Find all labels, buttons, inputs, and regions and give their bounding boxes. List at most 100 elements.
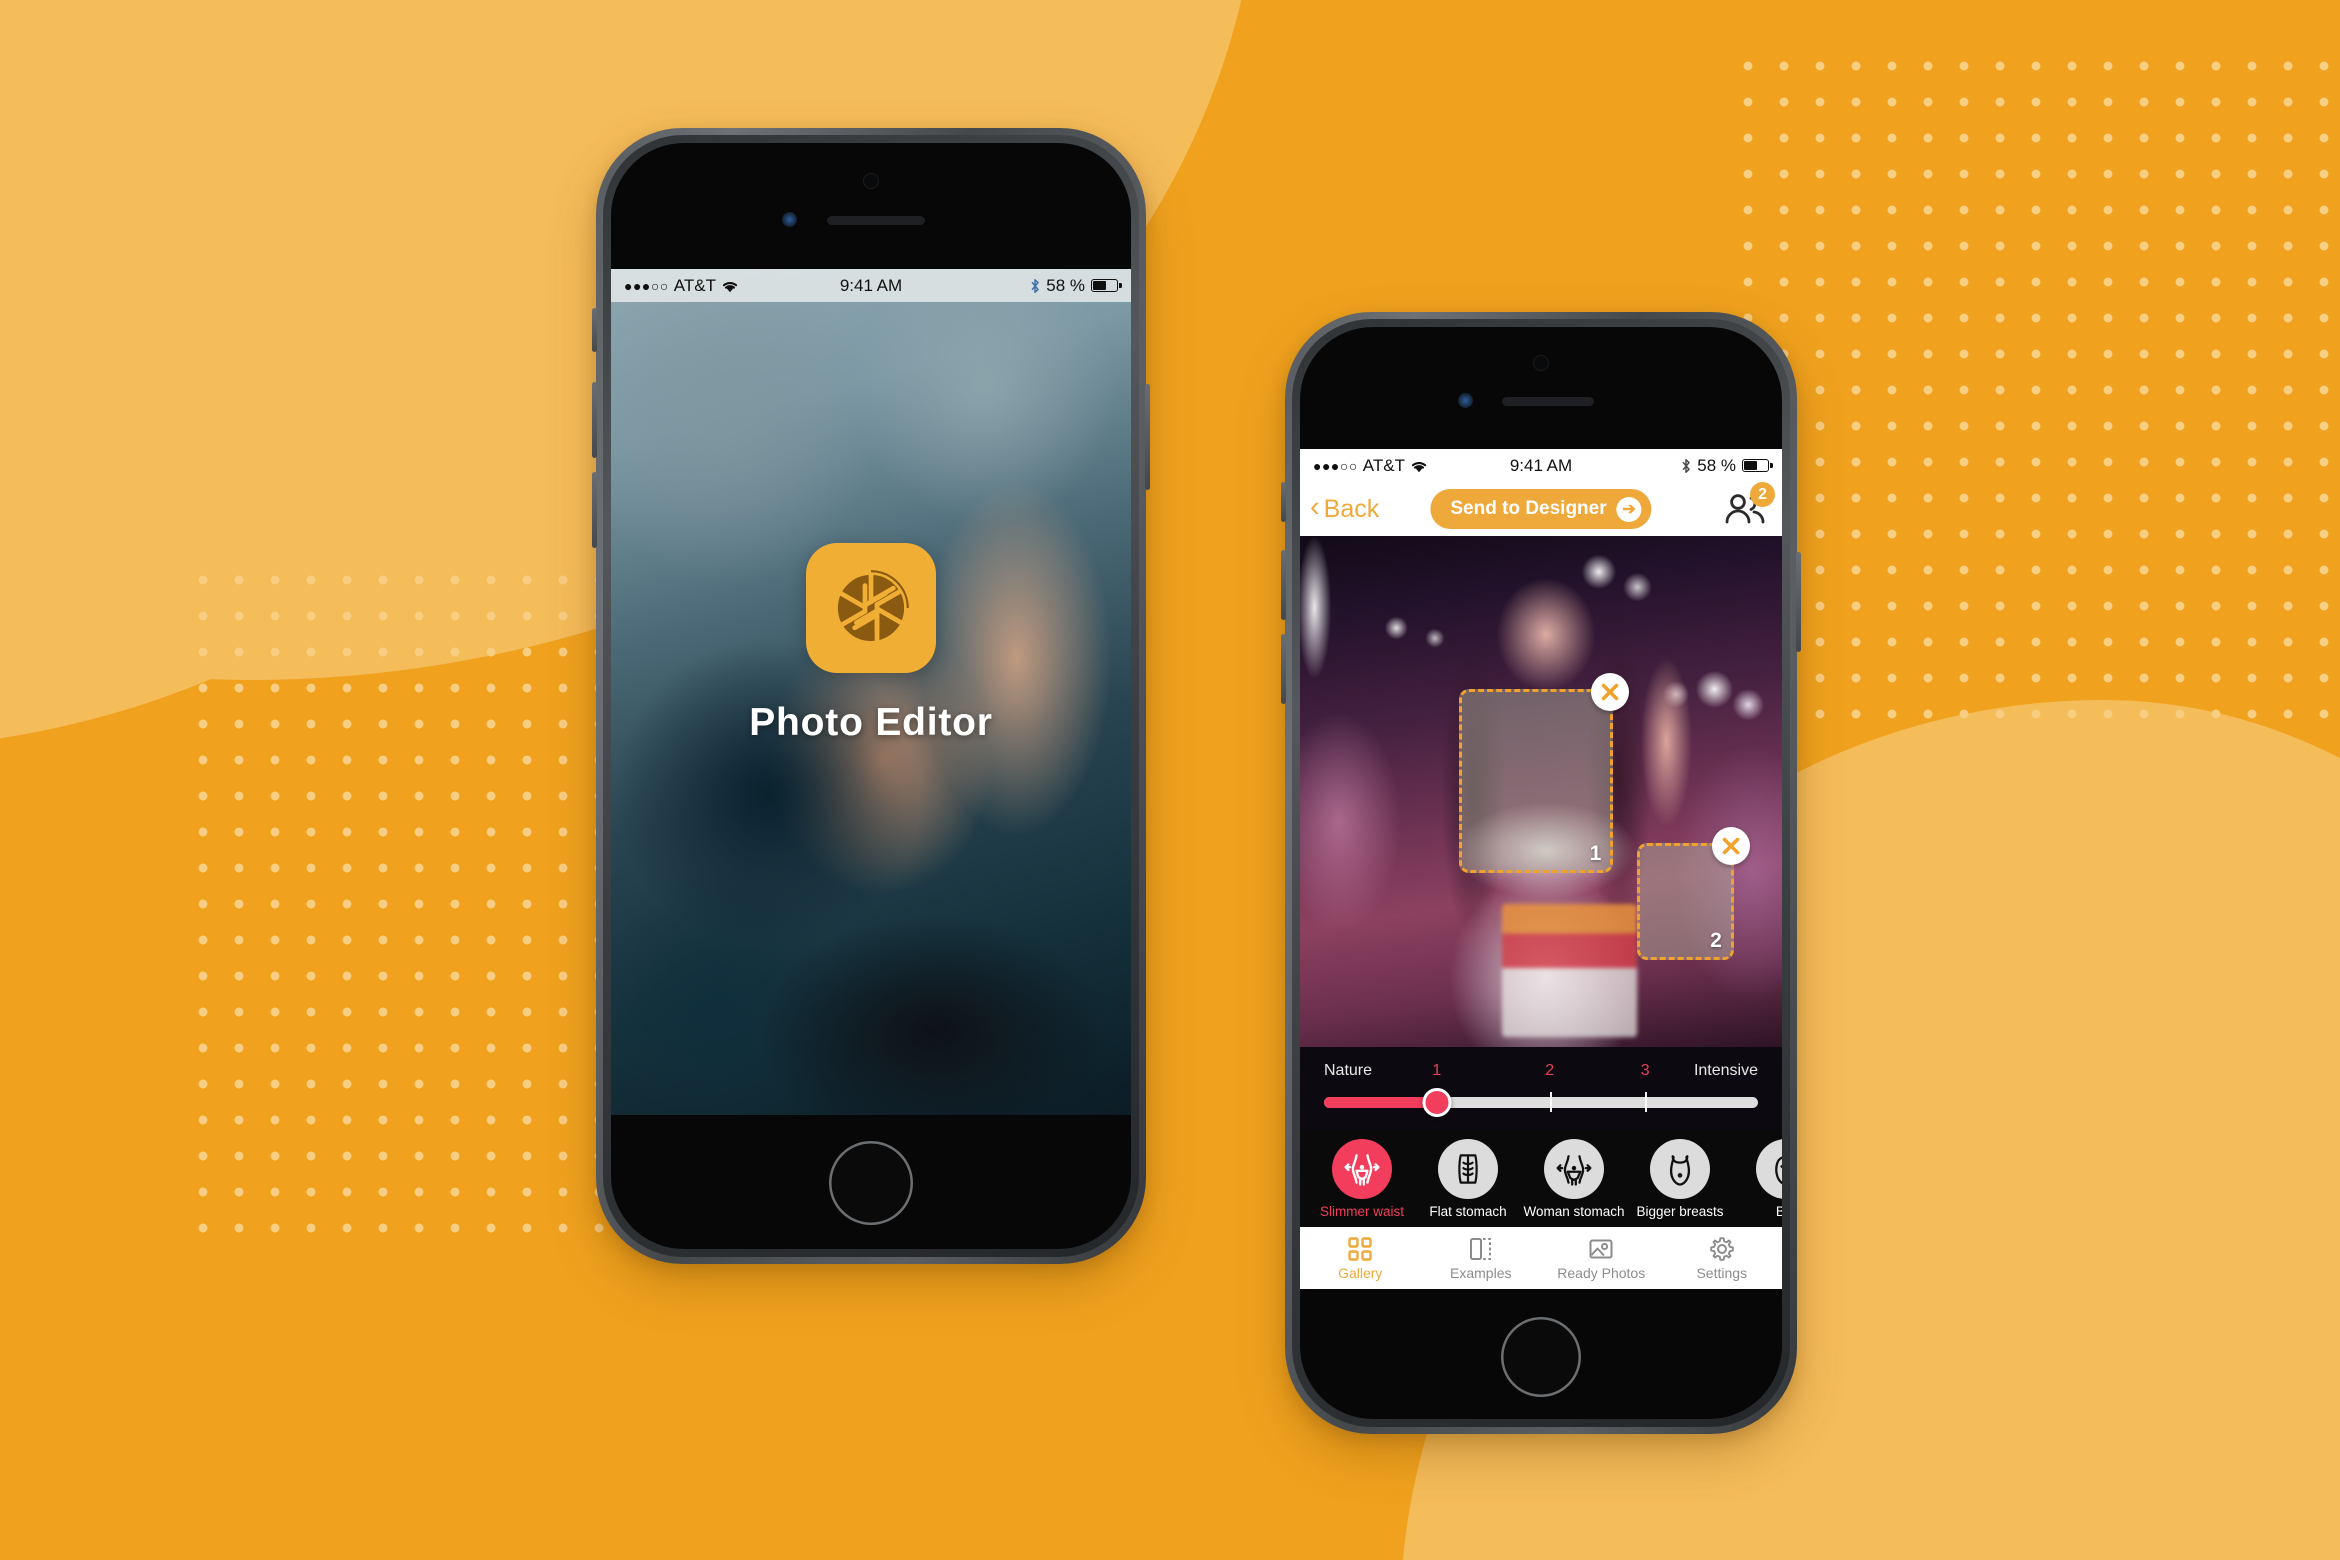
tab-examples[interactable]: Examples (1421, 1227, 1542, 1289)
examples-icon (1468, 1236, 1494, 1262)
gear-icon (1709, 1236, 1735, 1262)
selection-box-2[interactable]: 2 (1637, 826, 1750, 961)
selection-number: 2 (1710, 929, 1722, 953)
right-earpiece-speaker (1502, 397, 1594, 406)
tool-label: Bigger breasts (1636, 1204, 1724, 1219)
status-bar-left: ●●●○○ AT&T (624, 276, 739, 296)
slider-min-label: Nature (1324, 1062, 1373, 1079)
signal-dots-icon: ●●●○○ (624, 277, 669, 294)
tab-ready-photos[interactable]: Ready Photos (1541, 1227, 1662, 1289)
signal-dots-icon: ●●●○○ (1313, 457, 1358, 474)
slider-max-label: Intensive (1693, 1062, 1758, 1079)
slider-notch-2 (1549, 1092, 1552, 1112)
app-title: Photo Editor (749, 701, 993, 744)
send-to-designer-label: Send to Designer (1450, 498, 1607, 519)
left-phone-device: Photo Editor ●●●○○ AT&T 9:41 AM 58 % (592, 128, 1150, 1264)
right-proximity-sensor-icon (1458, 393, 1473, 408)
power-button[interactable] (1145, 384, 1150, 490)
intensity-slider-zone: Nature 1 2 3 Intensive (1300, 1047, 1782, 1130)
wifi-icon (721, 279, 739, 293)
slider-notch-3 (1645, 1092, 1648, 1112)
photo-tshirt-graphic (1502, 903, 1638, 1037)
tab-settings[interactable]: Settings (1662, 1227, 1783, 1289)
selection-box-1[interactable]: 1 (1459, 673, 1630, 874)
editor-screen: ‹ Back Send to Designer ➔ 2 1 2 Nature 1… (1300, 482, 1782, 1289)
tool-bigger-breasts[interactable]: Bigger breasts (1632, 1139, 1728, 1219)
right-power-button[interactable] (1796, 552, 1801, 652)
right-volume-up-button[interactable] (1281, 550, 1286, 620)
tab-label: Ready Photos (1557, 1264, 1646, 1281)
volume-down-button[interactable] (592, 472, 597, 548)
carrier-label: AT&T (1362, 455, 1405, 475)
bottom-tab-bar: Gallery Examples Ready Photos Settings (1300, 1227, 1782, 1289)
slider-tick-2: 2 (1545, 1062, 1555, 1079)
tool-carousel[interactable]: Slimmer waist Flat stomach Woman stomach… (1300, 1130, 1782, 1227)
tab-label: Examples (1450, 1264, 1512, 1281)
front-camera-icon (863, 173, 879, 189)
carrier-label: AT&T (673, 275, 716, 295)
camera-aperture-icon (806, 543, 936, 673)
right-front-camera-icon (1533, 355, 1549, 371)
slider-fill (1324, 1096, 1437, 1108)
proximity-sensor-icon (782, 212, 797, 227)
tool-slimmer-waist[interactable]: Slimmer waist (1314, 1139, 1410, 1219)
splash-content: Photo Editor (611, 269, 1131, 1115)
better-butt-icon (1756, 1139, 1782, 1199)
dot-pattern-top-right (1720, 38, 2340, 728)
editor-navbar: ‹ Back Send to Designer ➔ 2 (1300, 482, 1782, 536)
background (0, 0, 2340, 1560)
people-badge: 2 (1750, 482, 1775, 507)
close-x-icon[interactable] (1711, 826, 1750, 865)
home-button[interactable] (829, 1141, 913, 1225)
send-to-designer-button[interactable]: Send to Designer ➔ (1430, 489, 1652, 529)
tool-label: Flat stomach (1429, 1204, 1507, 1219)
right-mute-switch[interactable] (1281, 482, 1286, 522)
back-button[interactable]: ‹ Back (1310, 491, 1380, 524)
battery-icon (1742, 459, 1773, 472)
battery-percent-label: 58 % (1046, 275, 1085, 295)
tool-label: Woman stomach (1523, 1204, 1625, 1219)
bluetooth-icon (1681, 458, 1691, 474)
woman-stomach-icon (1544, 1139, 1604, 1199)
tool-better-butt[interactable]: Bet (1738, 1139, 1782, 1219)
tool-flat-stomach[interactable]: Flat stomach (1420, 1139, 1516, 1219)
bigger-breasts-icon (1650, 1139, 1710, 1199)
battery-percent-label: 58 % (1697, 455, 1736, 475)
intensity-slider[interactable] (1324, 1087, 1758, 1117)
right-phone-bezel: ●●●○○ AT&T 9:41 AM 58 % ‹ Back Send to D… (1292, 319, 1790, 1427)
left-phone-body: Photo Editor ●●●○○ AT&T 9:41 AM 58 % (611, 143, 1131, 1249)
right-volume-down-button[interactable] (1281, 634, 1286, 704)
slider-labels: Nature 1 2 3 Intensive (1324, 1061, 1758, 1081)
left-phone-screen: Photo Editor ●●●○○ AT&T 9:41 AM 58 % (611, 269, 1131, 1115)
wifi-icon (1410, 459, 1428, 473)
photo-edit-canvas[interactable]: 1 2 (1300, 536, 1782, 1047)
volume-up-button[interactable] (592, 382, 597, 458)
earpiece-speaker (827, 216, 925, 225)
status-bar-right: 58 % (1030, 275, 1122, 296)
right-status-bar-right: 58 % (1681, 455, 1773, 476)
battery-icon (1091, 279, 1122, 292)
left-status-bar: ●●●○○ AT&T 9:41 AM 58 % (611, 269, 1131, 302)
tab-label: Settings (1696, 1264, 1748, 1281)
tool-label: Slimmer waist (1319, 1204, 1404, 1219)
right-status-bar: ●●●○○ AT&T 9:41 AM 58 % (1300, 449, 1782, 482)
people-button[interactable]: 2 (1724, 482, 1775, 525)
slider-knob[interactable] (1422, 1087, 1452, 1117)
bluetooth-icon (1030, 278, 1040, 294)
right-phone-device: ●●●○○ AT&T 9:41 AM 58 % ‹ Back Send to D… (1281, 312, 1801, 1434)
left-phone-bezel: Photo Editor ●●●○○ AT&T 9:41 AM 58 % (603, 135, 1139, 1257)
slider-tick-1: 1 (1432, 1062, 1442, 1079)
right-status-bar-left: ●●●○○ AT&T (1313, 456, 1428, 476)
tool-label: Bet (1775, 1204, 1782, 1219)
right-home-button[interactable] (1501, 1317, 1581, 1397)
selection-number: 1 (1589, 842, 1602, 866)
mute-switch[interactable] (592, 308, 597, 352)
chevron-left-icon: ‹ (1310, 491, 1320, 523)
tool-woman-stomach[interactable]: Woman stomach (1523, 1139, 1625, 1219)
right-phone-screen: ●●●○○ AT&T 9:41 AM 58 % ‹ Back Send to D… (1300, 449, 1782, 1289)
flat-stomach-icon (1438, 1139, 1498, 1199)
grid-icon (1347, 1236, 1373, 1262)
tab-gallery[interactable]: Gallery (1300, 1227, 1421, 1289)
back-button-label: Back (1323, 494, 1380, 523)
slider-tick-3: 3 (1640, 1062, 1650, 1079)
